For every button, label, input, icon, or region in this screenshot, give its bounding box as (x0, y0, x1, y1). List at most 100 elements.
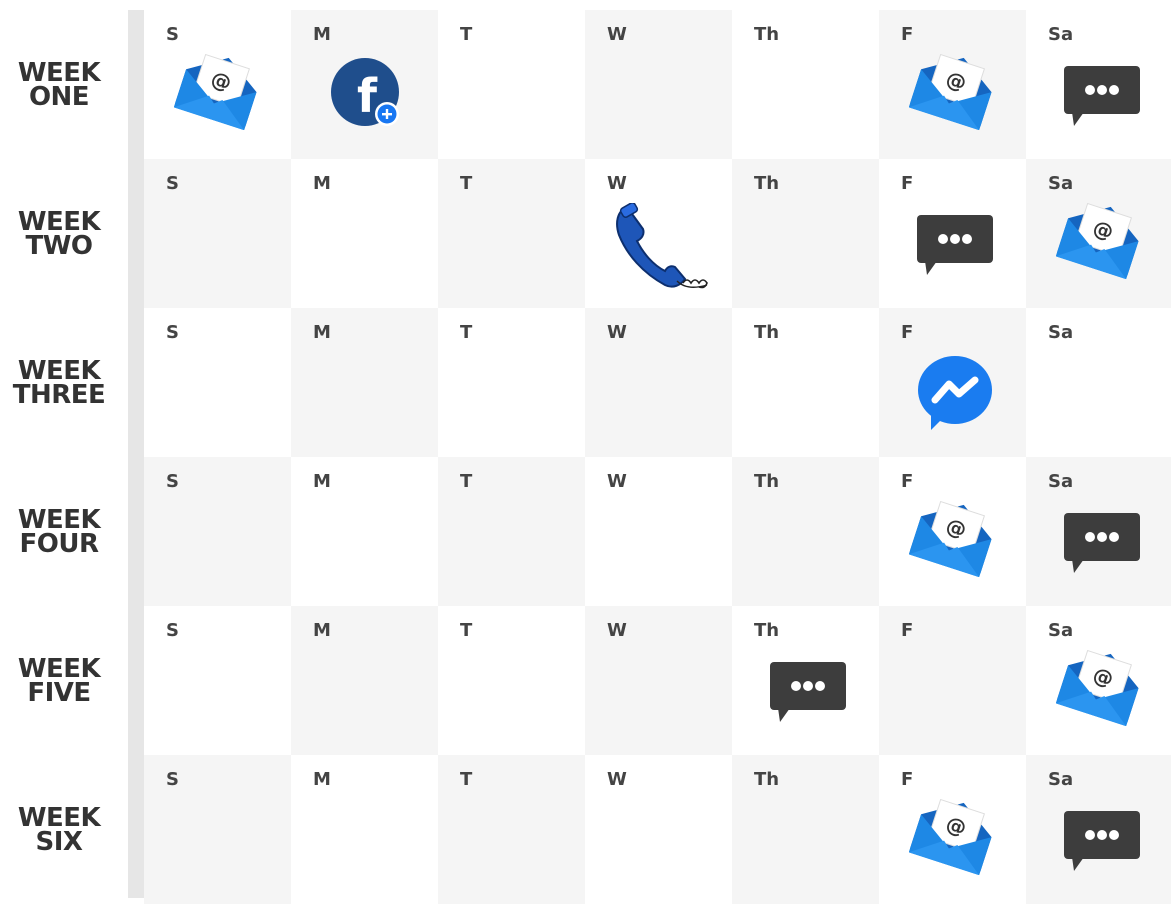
week-label-3: WEEK THREE (0, 308, 118, 457)
day-label: T (460, 173, 473, 194)
day-cell: M (291, 159, 438, 308)
svg-text:f: f (357, 69, 378, 123)
week-label-line1: WEEK (17, 355, 101, 386)
day-cell: S (144, 159, 291, 308)
day-cell: M (291, 755, 438, 904)
message-icon (1026, 457, 1171, 606)
day-cell: T (438, 606, 585, 755)
facebook-icon: f (291, 10, 438, 159)
day-label: M (313, 173, 331, 194)
day-label: T (460, 24, 473, 45)
day-cell: W (585, 606, 732, 755)
week-label-line1: WEEK (17, 57, 101, 88)
day-cell: S (144, 308, 291, 457)
day-cell: W (585, 10, 732, 159)
phone-icon (585, 159, 732, 308)
week-label-5: WEEK FIVE (0, 606, 118, 755)
message-icon (1026, 755, 1171, 904)
day-cell: Sa (1026, 457, 1171, 606)
day-label: M (313, 620, 331, 641)
left-divider-bar (128, 10, 144, 898)
email-icon: @ (879, 755, 1026, 904)
email-icon: @ (879, 457, 1026, 606)
week-label-line2: TWO (25, 230, 93, 261)
day-label: Th (754, 471, 780, 492)
day-cell: Sa @ (1026, 159, 1171, 308)
day-cell: S (144, 457, 291, 606)
week-label-6: WEEK SIX (0, 755, 118, 904)
day-label: T (460, 322, 473, 343)
day-label: W (607, 24, 627, 45)
week-label-line2: FIVE (27, 677, 91, 708)
email-icon: @ (1026, 606, 1171, 755)
week-label-line2: THREE (12, 379, 106, 410)
day-cell: F @ (879, 457, 1026, 606)
day-cell: T (438, 308, 585, 457)
day-label: W (607, 471, 627, 492)
day-cell: Th (732, 457, 879, 606)
email-icon: @ (1026, 159, 1171, 308)
week-label-1: WEEK ONE (0, 10, 118, 159)
day-label: M (313, 769, 331, 790)
day-cell: M (291, 457, 438, 606)
day-label: S (166, 173, 179, 194)
day-label: W (607, 769, 627, 790)
week-label-line2: ONE (28, 81, 90, 112)
day-cell: Sa (1026, 755, 1171, 904)
day-cell: F (879, 159, 1026, 308)
day-cell: T (438, 457, 585, 606)
day-cell: Sa (1026, 10, 1171, 159)
day-label: F (901, 620, 914, 641)
message-icon (732, 606, 879, 755)
day-label: T (460, 471, 473, 492)
day-cell: Th (732, 10, 879, 159)
day-label: M (313, 322, 331, 343)
day-label: S (166, 769, 179, 790)
day-label: S (166, 471, 179, 492)
day-cell: Sa @ (1026, 606, 1171, 755)
day-cell: Th (732, 606, 879, 755)
messenger-icon (879, 308, 1026, 457)
day-cell: W (585, 159, 732, 308)
week-label-line1: WEEK (17, 504, 101, 535)
day-cell: F (879, 606, 1026, 755)
week-labels: WEEK ONE WEEK TWO WEEK THREE WEEK FOUR WEEK FIVE W… (0, 10, 128, 898)
day-cell: W (585, 457, 732, 606)
day-label: W (607, 322, 627, 343)
day-label: S (166, 620, 179, 641)
day-cell: S (144, 606, 291, 755)
day-cell: S @ (144, 10, 291, 159)
day-cell: M (291, 606, 438, 755)
day-cell: T (438, 159, 585, 308)
day-label: Th (754, 173, 780, 194)
day-cell: F @ (879, 755, 1026, 904)
week-label-line1: WEEK (17, 206, 101, 237)
day-cell: T (438, 755, 585, 904)
email-icon: @ (144, 10, 291, 159)
day-label: Th (754, 322, 780, 343)
week-label-2: WEEK TWO (0, 159, 118, 308)
message-icon (879, 159, 1026, 308)
week-label-line2: SIX (35, 826, 83, 857)
day-cell: W (585, 308, 732, 457)
day-cell: W (585, 755, 732, 904)
day-label: Sa (1048, 322, 1074, 343)
day-cell: Th (732, 308, 879, 457)
day-cell: Sa (1026, 308, 1171, 457)
day-label: Th (754, 769, 780, 790)
day-label: T (460, 620, 473, 641)
day-cell: Th (732, 159, 879, 308)
week-label-4: WEEK FOUR (0, 457, 118, 606)
week-label-line1: WEEK (17, 653, 101, 684)
day-label: S (166, 322, 179, 343)
week-label-line2: FOUR (19, 528, 100, 559)
day-label: W (607, 620, 627, 641)
day-cell: Th (732, 755, 879, 904)
day-cell: T (438, 10, 585, 159)
day-cell: M (291, 308, 438, 457)
day-cell: F @ (879, 10, 1026, 159)
day-cell: S (144, 755, 291, 904)
day-cell: F (879, 308, 1026, 457)
day-label: Th (754, 24, 780, 45)
week-label-line1: WEEK (17, 802, 101, 833)
